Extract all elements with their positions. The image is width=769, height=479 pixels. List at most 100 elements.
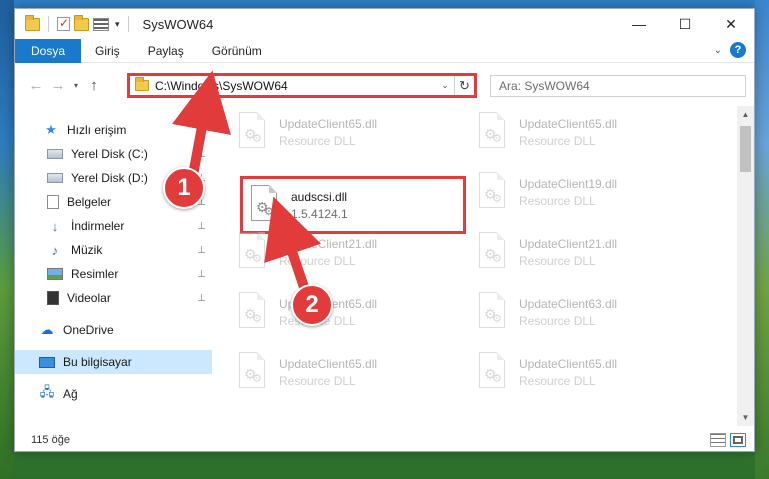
documents-icon	[47, 195, 59, 209]
sidebar-item-pictures[interactable]: Resimler ⊥	[15, 262, 212, 286]
tab-share[interactable]: Paylaş	[134, 39, 198, 63]
ribbon-right-controls: ⌄ ?	[714, 42, 746, 58]
dll-file-icon: ⚙ ⚙	[475, 172, 509, 212]
tiles-view-icon[interactable]	[730, 433, 746, 447]
file-type: Resource DLL	[279, 133, 356, 148]
file-name: UpdateClient21.dll	[519, 236, 618, 251]
help-icon[interactable]: ?	[730, 42, 746, 58]
address-dropdown-chevron-icon[interactable]: ⌄	[436, 80, 454, 91]
address-folder-icon	[135, 77, 149, 91]
file-item[interactable]: ⚙ ⚙ UpdateClient21.dll Resource DLL	[235, 226, 465, 278]
sidebar-item-label: OneDrive	[63, 323, 114, 337]
annotation-step-2-badge: 2	[291, 284, 333, 326]
drive-icon	[47, 149, 63, 159]
dll-file-icon: ⚙ ⚙	[235, 112, 269, 152]
address-bar[interactable]: C:\Windows\SysWOW64 ⌄ ↻	[127, 73, 477, 98]
file-list: ⚙ ⚙ UpdateClient65.dll Resource DLL ⚙ ⚙ Upd…	[225, 106, 736, 426]
scrollbar-thumb[interactable]	[740, 126, 751, 172]
file-type: Resource DLL	[519, 313, 596, 328]
tab-view[interactable]: Görünüm	[198, 39, 276, 63]
navigation-bar: ← → ▾ ↑ C:\Windows\SysWOW64 ⌄ ↻	[15, 64, 754, 106]
file-type: Resource DLL	[519, 133, 596, 148]
annotation-step-1-badge: 1	[163, 167, 205, 209]
file-type: Resource DLL	[519, 193, 596, 208]
scroll-up-arrow-icon[interactable]: ▲	[737, 106, 754, 123]
file-type: Resource DLL	[519, 253, 596, 268]
music-icon: ♪	[51, 242, 59, 258]
back-arrow-icon[interactable]: ←	[25, 77, 47, 94]
close-button[interactable]: ✕	[708, 9, 754, 39]
address-path[interactable]: C:\Windows\SysWOW64	[155, 79, 436, 93]
file-item[interactable]: ⚙⚙ UpdateClient65.dll Resource DLL	[235, 106, 465, 158]
sidebar-item-onedrive[interactable]: ☁ OneDrive	[15, 318, 212, 342]
network-icon: 🖧	[39, 384, 55, 399]
file-name: audscsi.dll	[291, 189, 348, 204]
dll-file-icon: ⚙ ⚙	[475, 292, 509, 332]
search-box[interactable]	[490, 75, 746, 97]
sidebar-item-network[interactable]: 🖧 Ağ	[15, 382, 212, 406]
sidebar-item-label: Ağ	[63, 387, 78, 401]
file-item[interactable]: ⚙ ⚙ UpdateClient19.dll Resource DLL	[475, 166, 705, 218]
file-item[interactable]: ⚙⚙ UpdateClient65.dll Resource DLL	[475, 346, 705, 398]
file-name: UpdateClient63.dll	[519, 296, 618, 311]
status-bar: 115 öğe	[15, 429, 754, 451]
tab-home[interactable]: Giriş	[81, 39, 134, 63]
properties-check-icon[interactable]	[57, 16, 70, 31]
desktop-background-left	[0, 0, 14, 479]
pin-icon[interactable]: ⊥	[197, 149, 206, 160]
file-item[interactable]: ⚙ ⚙ UpdateClient21.dll Resource DLL	[475, 226, 705, 278]
sidebar-item-quick-access[interactable]: ★ Hızlı erişim	[15, 118, 212, 142]
pin-icon[interactable]: ⊥	[197, 269, 206, 280]
sidebar-item-videos[interactable]: Videolar ⊥	[15, 286, 212, 310]
minimize-button[interactable]: —	[616, 9, 662, 39]
view-toggle	[710, 433, 746, 447]
maximize-button[interactable]: ☐	[662, 9, 708, 39]
customize-toolbar-chevron-icon[interactable]: ▾	[115, 19, 120, 30]
file-type: Resource DLL	[519, 373, 596, 388]
pin-icon[interactable]: ⊥	[197, 245, 206, 256]
file-explorer-window: ▾ SysWOW64 — ☐ ✕ Dosya Giriş Paylaş Görü…	[14, 8, 755, 452]
file-name: UpdateClient65.dll	[519, 356, 618, 371]
file-item[interactable]: ⚙⚙ UpdateClient65.dllResource DLL	[235, 286, 465, 338]
folder-icon	[25, 14, 40, 31]
sidebar-item-label: Yerel Disk (C:)	[71, 147, 148, 161]
dll-file-icon: ⚙ ⚙	[475, 352, 509, 392]
file-type: Resource DLL	[279, 253, 356, 268]
file-item[interactable]: ⚙⚙ UpdateClient65.dllResource DLL	[235, 346, 465, 398]
dll-file-icon: ⚙ ⚙	[235, 292, 269, 332]
sidebar-item-music[interactable]: ♪ Müzik ⊥	[15, 238, 212, 262]
sidebar-item-local-disk-c[interactable]: Yerel Disk (C:) ⊥	[15, 142, 212, 166]
videos-icon	[47, 291, 59, 305]
scroll-down-arrow-icon[interactable]: ▼	[737, 409, 754, 426]
window-controls: — ☐ ✕	[616, 9, 754, 39]
forward-arrow-icon[interactable]: →	[47, 77, 69, 94]
new-folder-icon[interactable]	[74, 14, 89, 31]
properties-icon[interactable]	[93, 17, 109, 31]
vertical-scrollbar[interactable]: ▲ ▼	[737, 106, 754, 426]
dll-file-icon: ⚙ ⚙	[475, 112, 509, 152]
refresh-icon[interactable]: ↻	[454, 76, 474, 95]
dll-file-icon: ⚙ ⚙	[235, 232, 269, 272]
sidebar-item-label: Belgeler	[67, 195, 112, 209]
sidebar-item-downloads[interactable]: ↓ İndirmeler ⊥	[15, 214, 212, 238]
ribbon-tabs: Dosya Giriş Paylaş Görünüm ⌄ ?	[15, 38, 754, 63]
sidebar-item-label: Müzik	[71, 243, 103, 257]
file-item[interactable]: ⚙ ⚙ UpdateClient63.dll Resource DLL	[475, 286, 705, 338]
drive-icon	[47, 173, 63, 183]
pin-icon[interactable]: ⊥	[197, 221, 206, 232]
search-input[interactable]	[499, 79, 745, 93]
tab-file[interactable]: Dosya	[15, 38, 82, 63]
title-bar: ▾ SysWOW64 — ☐ ✕	[15, 9, 754, 39]
file-name: UpdateClient65.dll	[279, 116, 378, 131]
details-view-icon[interactable]	[710, 433, 726, 447]
navigation-pane: ★ Hızlı erişim Yerel Disk (C:) ⊥ Yerel D…	[15, 106, 212, 426]
up-arrow-icon[interactable]: ↑	[83, 77, 105, 94]
sidebar-item-this-pc[interactable]: Bu bilgisayar	[15, 350, 212, 374]
pin-icon[interactable]: ⊥	[197, 293, 206, 304]
dll-file-icon: ⚙ ⚙	[247, 185, 281, 225]
pictures-icon	[47, 268, 63, 280]
expand-ribbon-chevron-icon[interactable]: ⌄	[714, 45, 722, 56]
recent-locations-chevron-icon[interactable]: ▾	[69, 81, 83, 90]
quick-access-toolbar: ▾	[15, 14, 133, 32]
file-item[interactable]: ⚙⚙ UpdateClient65.dllResource DLL	[475, 106, 705, 158]
